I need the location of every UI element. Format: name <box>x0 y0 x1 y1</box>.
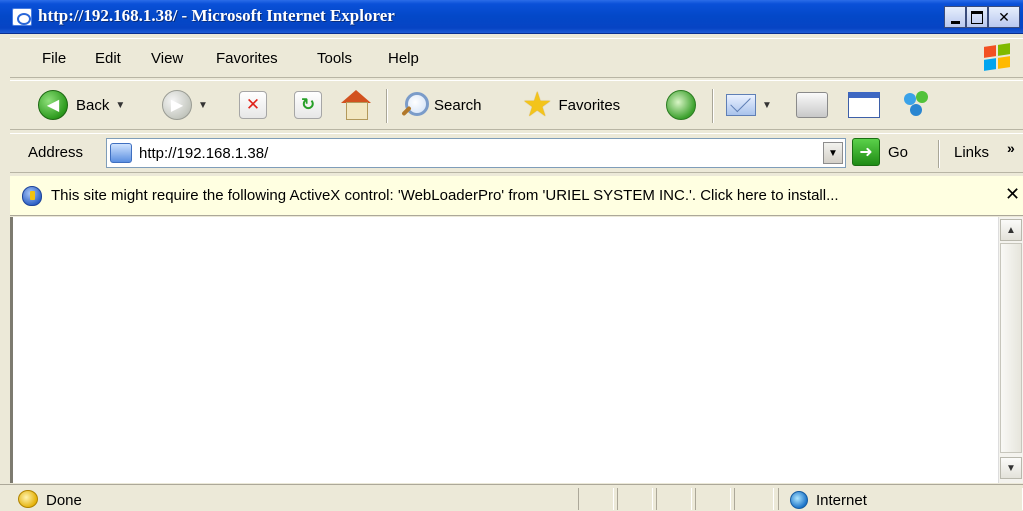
toolbar-separator <box>386 89 388 123</box>
page-content[interactable] <box>10 217 1023 483</box>
scroll-up-icon[interactable]: ▲ <box>1000 219 1022 241</box>
menu-favorites[interactable]: Favorites <box>216 50 278 67</box>
edit-page-icon <box>848 92 880 118</box>
menu-help[interactable]: Help <box>388 50 419 67</box>
favorites-label: Favorites <box>558 96 621 114</box>
go-arrow-icon: ➜ <box>852 138 880 166</box>
address-label: Address <box>28 144 84 161</box>
messenger-button[interactable] <box>902 90 932 120</box>
status-pane <box>656 488 692 510</box>
go-label: Go <box>888 143 909 161</box>
zone-label: Internet <box>816 492 867 509</box>
mail-dropdown-icon[interactable]: ▼ <box>762 100 772 111</box>
back-dropdown-icon[interactable]: ▼ <box>115 100 125 111</box>
scroll-down-icon[interactable]: ▼ <box>1000 457 1022 479</box>
print-button[interactable] <box>796 92 828 118</box>
menu-file[interactable]: File <box>42 50 66 67</box>
infobar-close-icon[interactable]: ✕ <box>1005 184 1020 205</box>
search-label: Search <box>434 96 482 114</box>
internet-zone-icon <box>790 491 808 509</box>
stop-button[interactable]: ✕ <box>239 91 267 119</box>
media-button[interactable] <box>666 90 696 120</box>
messenger-icon <box>902 90 932 120</box>
status-pane <box>617 488 653 510</box>
links-chevron-icon[interactable]: » <box>1007 140 1015 156</box>
favorites-button[interactable]: ★ Favorites <box>522 86 621 124</box>
links-button[interactable]: Links <box>954 144 989 161</box>
refresh-button[interactable]: ↻ <box>294 91 322 119</box>
address-bar: Address http://192.168.1.38/ ▼ ➜ Go Link… <box>10 133 1023 173</box>
status-pane <box>695 488 731 510</box>
search-button[interactable]: Search <box>398 90 482 120</box>
menu-edit[interactable]: Edit <box>95 50 121 67</box>
scroll-thumb[interactable] <box>1000 243 1022 453</box>
address-input[interactable]: http://192.168.1.38/ ▼ <box>106 138 846 168</box>
status-text: Done <box>46 492 82 509</box>
mail-button[interactable]: ▼ <box>726 94 772 116</box>
links-separator <box>938 140 940 168</box>
home-button[interactable] <box>340 90 372 120</box>
stop-icon: ✕ <box>239 91 267 119</box>
home-icon <box>340 90 372 120</box>
status-pane <box>578 488 614 510</box>
go-button[interactable]: ➜ Go <box>852 138 908 166</box>
media-icon <box>666 90 696 120</box>
refresh-icon: ↻ <box>294 91 322 119</box>
mail-icon <box>726 94 756 116</box>
window-title: http://192.168.1.38/ - Microsoft Interne… <box>38 6 395 25</box>
close-button[interactable] <box>988 6 1020 28</box>
menu-bar: File Edit View Favorites Tools Help <box>10 38 1023 78</box>
maximize-button[interactable] <box>966 6 988 28</box>
menu-view[interactable]: View <box>151 50 183 67</box>
back-arrow-icon: ◀ <box>38 90 68 120</box>
security-shield-icon <box>22 186 42 206</box>
print-icon <box>796 92 828 118</box>
title-bar[interactable]: http://192.168.1.38/ - Microsoft Interne… <box>0 0 1023 34</box>
standard-toolbar: ◀ Back ▼ ▶ ▼ ✕ ↻ Search ★ Favorites ▼ <box>10 80 1023 130</box>
edit-button[interactable] <box>848 92 880 118</box>
activex-message[interactable]: This site might require the following Ac… <box>51 187 839 204</box>
search-icon <box>398 90 429 120</box>
status-pane <box>734 488 774 510</box>
forward-button[interactable]: ▶ ▼ <box>162 90 208 120</box>
page-icon <box>110 143 132 163</box>
forward-dropdown-icon[interactable]: ▼ <box>198 100 208 111</box>
menu-tools[interactable]: Tools <box>317 50 352 67</box>
back-label: Back <box>76 96 110 114</box>
minimize-button[interactable] <box>944 6 966 28</box>
page-status-icon <box>18 490 38 508</box>
address-url: http://192.168.1.38/ <box>139 145 269 162</box>
windows-logo-icon <box>980 43 1014 73</box>
information-bar[interactable]: This site might require the following Ac… <box>10 176 1023 216</box>
address-dropdown-button[interactable]: ▼ <box>823 142 843 164</box>
status-bar: Done Internet <box>0 484 1023 511</box>
ie-page-icon <box>12 8 32 26</box>
toolbar-separator <box>712 89 714 123</box>
back-button[interactable]: ◀ Back ▼ <box>38 90 125 120</box>
favorites-star-icon: ★ <box>522 86 553 124</box>
forward-arrow-icon: ▶ <box>162 90 192 120</box>
vertical-scrollbar[interactable]: ▲ ▼ <box>998 217 1023 483</box>
zone-pane <box>778 488 1023 510</box>
